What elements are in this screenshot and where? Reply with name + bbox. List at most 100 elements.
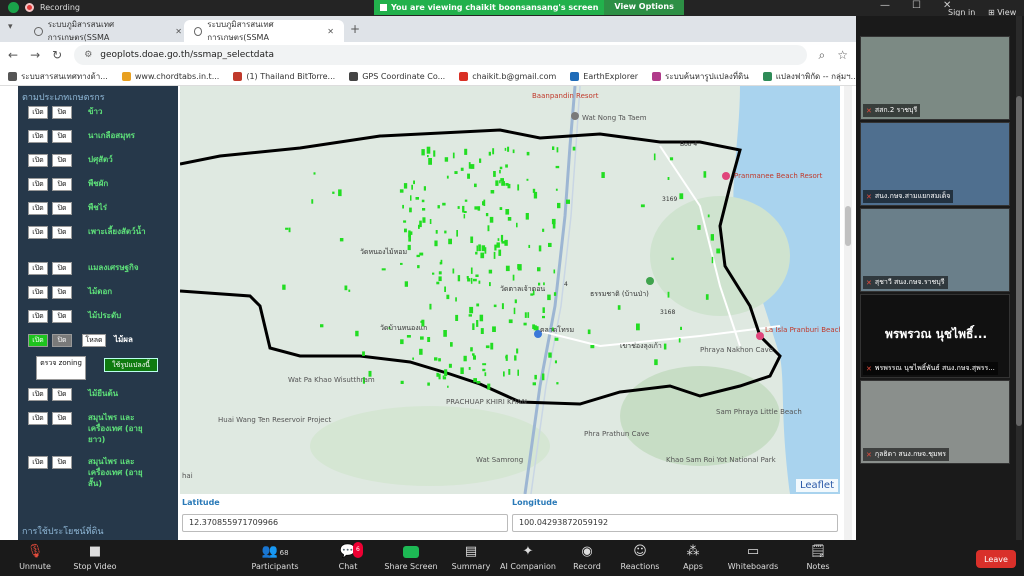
farm-plot[interactable]: [446, 175, 449, 179]
farm-plot[interactable]: [526, 151, 530, 156]
farm-plot[interactable]: [500, 178, 504, 182]
bookmark-item[interactable]: www.chordtabs.in.t...: [121, 72, 219, 81]
farm-plot[interactable]: [429, 219, 432, 224]
farm-plot[interactable]: [446, 294, 450, 300]
farm-plot[interactable]: [475, 274, 479, 278]
farm-plot[interactable]: [412, 357, 414, 360]
farm-plot[interactable]: [555, 165, 560, 169]
bookmark-item[interactable]: (1) Thailand BitTorre...: [233, 72, 335, 81]
farm-plot[interactable]: [710, 234, 714, 241]
farm-plot[interactable]: [512, 149, 515, 154]
latitude-field[interactable]: 12.370855971709966: [182, 514, 508, 532]
farm-plot[interactable]: [421, 149, 425, 156]
zoom-magnifier-icon[interactable]: ⌕: [819, 48, 826, 63]
farm-plot[interactable]: [508, 369, 511, 375]
farm-plot[interactable]: [538, 245, 542, 252]
farm-plot[interactable]: [477, 206, 481, 211]
farm-plot[interactable]: [444, 157, 449, 162]
farm-plot[interactable]: [476, 245, 479, 252]
farm-plot[interactable]: [514, 299, 517, 304]
farm-plot[interactable]: [485, 345, 490, 349]
farm-plot[interactable]: [463, 355, 467, 362]
layer-off-button[interactable]: ปิด: [52, 202, 72, 215]
farm-plot[interactable]: [344, 285, 348, 291]
farm-plot[interactable]: [438, 271, 442, 275]
farm-plot[interactable]: [422, 208, 426, 211]
layer-off-button[interactable]: ปิด: [52, 412, 72, 425]
site-info-icon[interactable]: ⚙: [84, 50, 92, 60]
farm-plot[interactable]: [452, 268, 455, 274]
farm-plot[interactable]: [452, 152, 455, 159]
farm-plot[interactable]: [505, 355, 508, 359]
farm-plot[interactable]: [409, 207, 412, 213]
farm-plot[interactable]: [551, 218, 556, 225]
farm-plot[interactable]: [533, 191, 538, 199]
farm-plot[interactable]: [282, 284, 286, 290]
farm-plot[interactable]: [473, 355, 476, 360]
layer-on-button[interactable]: เปิด: [28, 456, 48, 469]
farm-plot[interactable]: [311, 199, 314, 204]
layer-on-button[interactable]: เปิด: [28, 388, 48, 401]
layer-on-button[interactable]: เปิด: [28, 154, 48, 167]
farm-plot[interactable]: [548, 242, 552, 247]
tab-1[interactable]: ระบบภูมิสารสนเทศการเกษตร(SSMA ✕: [24, 20, 192, 42]
farm-plot[interactable]: [420, 336, 424, 340]
farm-plot[interactable]: [496, 242, 500, 248]
farm-plot[interactable]: [663, 343, 667, 350]
use-plot-button[interactable]: ใช้รูปแปลงนี้: [104, 358, 158, 372]
farm-plot[interactable]: [476, 381, 481, 384]
new-tab-button[interactable]: +: [350, 22, 360, 36]
farm-plot[interactable]: [455, 314, 459, 321]
farm-plot[interactable]: [716, 248, 721, 254]
gallery-scroll-thumb[interactable]: [1016, 96, 1022, 426]
farm-plot[interactable]: [587, 329, 591, 335]
farm-plot[interactable]: [362, 351, 365, 356]
farm-plot[interactable]: [547, 294, 551, 301]
layer-off-button[interactable]: ปิด: [52, 334, 72, 347]
farm-plot[interactable]: [460, 367, 464, 374]
maximize-button[interactable]: ☐: [912, 0, 921, 11]
farm-plot[interactable]: [443, 330, 447, 337]
farm-plot[interactable]: [444, 230, 447, 234]
farm-plot[interactable]: [478, 280, 481, 284]
layer-off-button[interactable]: ปิด: [52, 388, 72, 401]
farm-plot[interactable]: [494, 244, 497, 251]
farm-plot[interactable]: [503, 371, 505, 377]
farm-plot[interactable]: [482, 363, 487, 366]
farm-plot[interactable]: [485, 213, 489, 217]
farm-plot[interactable]: [640, 204, 645, 208]
video-tile[interactable]: ✕ สนง.กษจ.สามแยกสมเด็จ: [860, 122, 1010, 206]
farm-plot[interactable]: [406, 335, 411, 338]
farm-plot[interactable]: [473, 378, 477, 383]
farm-plot[interactable]: [601, 172, 605, 178]
farm-plot[interactable]: [482, 201, 485, 206]
page-scrollbar[interactable]: [844, 86, 852, 540]
farm-plot[interactable]: [429, 303, 432, 310]
farm-plot[interactable]: [527, 312, 530, 318]
farm-plot[interactable]: [537, 267, 541, 272]
layer-off-button[interactable]: ปิด: [52, 130, 72, 143]
farm-plot[interactable]: [532, 382, 536, 386]
farm-plot[interactable]: [516, 222, 518, 228]
whiteboards-button[interactable]: ▭ Whiteboards: [718, 544, 788, 571]
farm-plot[interactable]: [534, 374, 537, 380]
farm-plot[interactable]: [426, 146, 431, 154]
stop-video-button[interactable]: ■ Stop Video: [60, 544, 130, 571]
forward-arrow-icon[interactable]: →: [30, 48, 40, 62]
farm-plot[interactable]: [288, 227, 291, 233]
farm-plot[interactable]: [454, 171, 458, 174]
farm-plot[interactable]: [399, 189, 404, 193]
farm-plot[interactable]: [417, 265, 420, 269]
farm-plot[interactable]: [455, 297, 457, 302]
layer-on-button[interactable]: เปิด: [28, 130, 48, 143]
participants-button[interactable]: 👥 68 Participants: [240, 544, 310, 571]
farm-plot[interactable]: [478, 244, 481, 252]
farm-plot[interactable]: [566, 199, 570, 204]
farm-plot[interactable]: [524, 312, 527, 318]
farm-plot[interactable]: [448, 238, 452, 245]
layer-on-button[interactable]: เปิด: [28, 286, 48, 299]
map-pin-icon[interactable]: [722, 172, 730, 180]
farm-plot[interactable]: [469, 306, 474, 314]
farm-plot[interactable]: [481, 245, 486, 252]
farm-plot[interactable]: [448, 363, 452, 368]
